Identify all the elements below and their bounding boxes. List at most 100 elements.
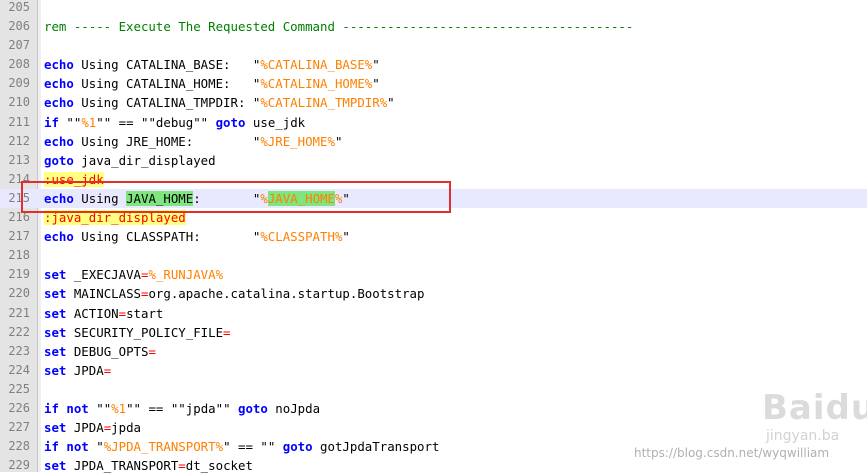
code-token: " [334, 133, 343, 149]
code-text: set JPDA= [44, 361, 111, 380]
code-token: if [44, 400, 59, 416]
code-line[interactable]: 223 set DEBUG_OPTS= [0, 342, 867, 361]
code-token: " [88, 439, 104, 455]
code-line[interactable]: 208 echo Using CATALINA_BASE: "%CATALINA_… [0, 55, 867, 74]
line-number: 213 [8, 152, 30, 167]
code-token: jpda [111, 420, 142, 436]
line-number: 225 [8, 381, 30, 396]
line-number: 210 [8, 95, 30, 110]
code-line[interactable]: 212 echo Using JRE_HOME: "%JRE_HOME%" [0, 132, 867, 151]
code-token: if [44, 114, 59, 130]
code-token: set [44, 343, 67, 359]
code-line[interactable]: 225 [0, 380, 867, 399]
code-token: :use_jdk [44, 171, 104, 187]
code-line[interactable]: 213 goto java_dir_displayed [0, 151, 867, 170]
code-token: goto [44, 152, 74, 168]
code-token: rem ----- Execute The Requested Command … [44, 19, 634, 35]
code-line[interactable]: 205 [0, 0, 867, 17]
code-token: " [372, 76, 380, 92]
code-token: noJpda [267, 400, 321, 416]
code-token: = [178, 458, 186, 474]
code-token: = [223, 324, 231, 340]
code-token: MAINCLASS [66, 286, 141, 302]
code-token: JPDA [66, 420, 104, 436]
code-token: not [66, 400, 89, 416]
code-text: set ACTION=start [44, 304, 163, 323]
code-text: set SECURITY_POLICY_FILE= [44, 323, 231, 342]
code-line[interactable]: 226 if not ""%1"" == ""jpda"" goto noJpda [0, 399, 867, 418]
code-token: = [118, 305, 127, 321]
code-line[interactable]: 206 rem ----- Execute The Requested Comma… [0, 17, 867, 36]
line-number: 212 [8, 133, 30, 148]
code-text: echo Using CLASSPATH: "%CLASSPATH%" [44, 227, 350, 246]
code-token: "" [88, 400, 112, 416]
code-line[interactable]: 210 echo Using CATALINA_TMPDIR: "%CATALIN… [0, 93, 867, 112]
code-token: Using CLASSPATH: " [73, 229, 261, 245]
line-number: 205 [8, 0, 30, 14]
line-number: 222 [8, 324, 30, 339]
code-token: echo [44, 95, 74, 111]
code-token: "" [58, 114, 82, 130]
code-line[interactable]: 219 set _EXECJAVA=%_RUNJAVA% [0, 265, 867, 284]
code-text: set DEBUG_OPTS= [44, 342, 156, 361]
code-token: dt_socket [185, 458, 253, 474]
code-line[interactable]: 222 set SECURITY_POLICY_FILE= [0, 323, 867, 342]
code-text: rem ----- Execute The Requested Command … [44, 17, 633, 36]
code-token: :java_dir_displayed [44, 210, 186, 226]
line-number: 221 [8, 305, 30, 320]
code-token: = [148, 343, 156, 359]
code-text: echo Using CATALINA_BASE: "%CATALINA_BAS… [44, 55, 380, 74]
code-line[interactable]: 218 [0, 246, 867, 265]
code-token: goto [238, 400, 268, 416]
code-token: set [44, 420, 67, 436]
code-token: echo [44, 133, 74, 149]
code-line[interactable]: 209 echo Using CATALINA_HOME: "%CATALINA_… [0, 74, 867, 93]
code-line[interactable]: 214 :use_jdk [0, 170, 867, 189]
code-token: java_dir_displayed [73, 152, 216, 168]
code-line[interactable]: 220 set MAINCLASS=org.apache.catalina.sta… [0, 284, 867, 303]
code-token: " == "" [223, 439, 283, 455]
code-token: start [126, 305, 164, 321]
code-line[interactable]: 217 echo Using CLASSPATH: "%CLASSPATH%" [0, 227, 867, 246]
line-number: 214 [8, 171, 30, 186]
code-token: "" == ""jpda"" [126, 400, 238, 416]
code-token: %1 [81, 114, 97, 130]
code-token: goto [282, 439, 313, 455]
code-text: echo Using JAVA_HOME: "%JAVA_HOME%" [44, 189, 350, 208]
code-line[interactable]: 215 echo Using JAVA_HOME: "%JAVA_HOME%" [0, 188, 867, 209]
code-text: set _EXECJAVA=%_RUNJAVA% [44, 265, 223, 284]
line-number: 216 [8, 210, 30, 225]
code-token: org.apache.catalina.startup.Bootstrap [148, 286, 425, 302]
code-token: goto [215, 114, 246, 130]
code-text: :java_dir_displayed [44, 208, 186, 227]
code-token: SECURITY_POLICY_FILE [66, 324, 224, 340]
line-number: 223 [8, 343, 30, 358]
code-text: if not "%JPDA_TRANSPORT%" == "" goto got… [44, 437, 439, 456]
blog-url-watermark: https://blog.csdn.net/wyqwilliam [634, 446, 830, 460]
code-token: set [44, 267, 67, 283]
code-line[interactable]: 211 if ""%1"" == ""debug"" goto use_jdk [0, 113, 867, 132]
code-token: echo [44, 229, 74, 245]
code-token: %1 [111, 400, 127, 416]
code-token: %_RUNJAVA% [148, 267, 224, 283]
code-text: echo Using CATALINA_HOME: "%CATALINA_HOM… [44, 74, 380, 93]
code-text: echo Using JRE_HOME: "%JRE_HOME%" [44, 132, 342, 151]
line-number: 208 [8, 57, 30, 72]
code-line[interactable]: 227 set JPDA=jpda [0, 418, 867, 437]
code-token: _EXECJAVA [66, 267, 141, 283]
code-token: Using [73, 190, 127, 206]
code-token: JAVA_HOME [267, 190, 335, 206]
line-number: 227 [8, 420, 30, 435]
code-token: ACTION [66, 305, 119, 321]
code-line[interactable]: 224 set JPDA= [0, 361, 867, 380]
line-number: 226 [8, 400, 30, 415]
code-token: : " [193, 190, 261, 206]
code-token: JAVA_HOME [126, 190, 194, 206]
code-token: JPDA [66, 362, 104, 378]
code-line[interactable]: 216 :java_dir_displayed [0, 208, 867, 227]
code-line[interactable]: 221 set ACTION=start [0, 304, 867, 323]
code-editor[interactable]: 205 206 rem ----- Execute The Requested Co… [0, 0, 867, 474]
code-line[interactable]: 207 [0, 36, 867, 55]
code-token: " [342, 229, 350, 245]
code-token: %CATALINA_HOME% [260, 76, 373, 92]
